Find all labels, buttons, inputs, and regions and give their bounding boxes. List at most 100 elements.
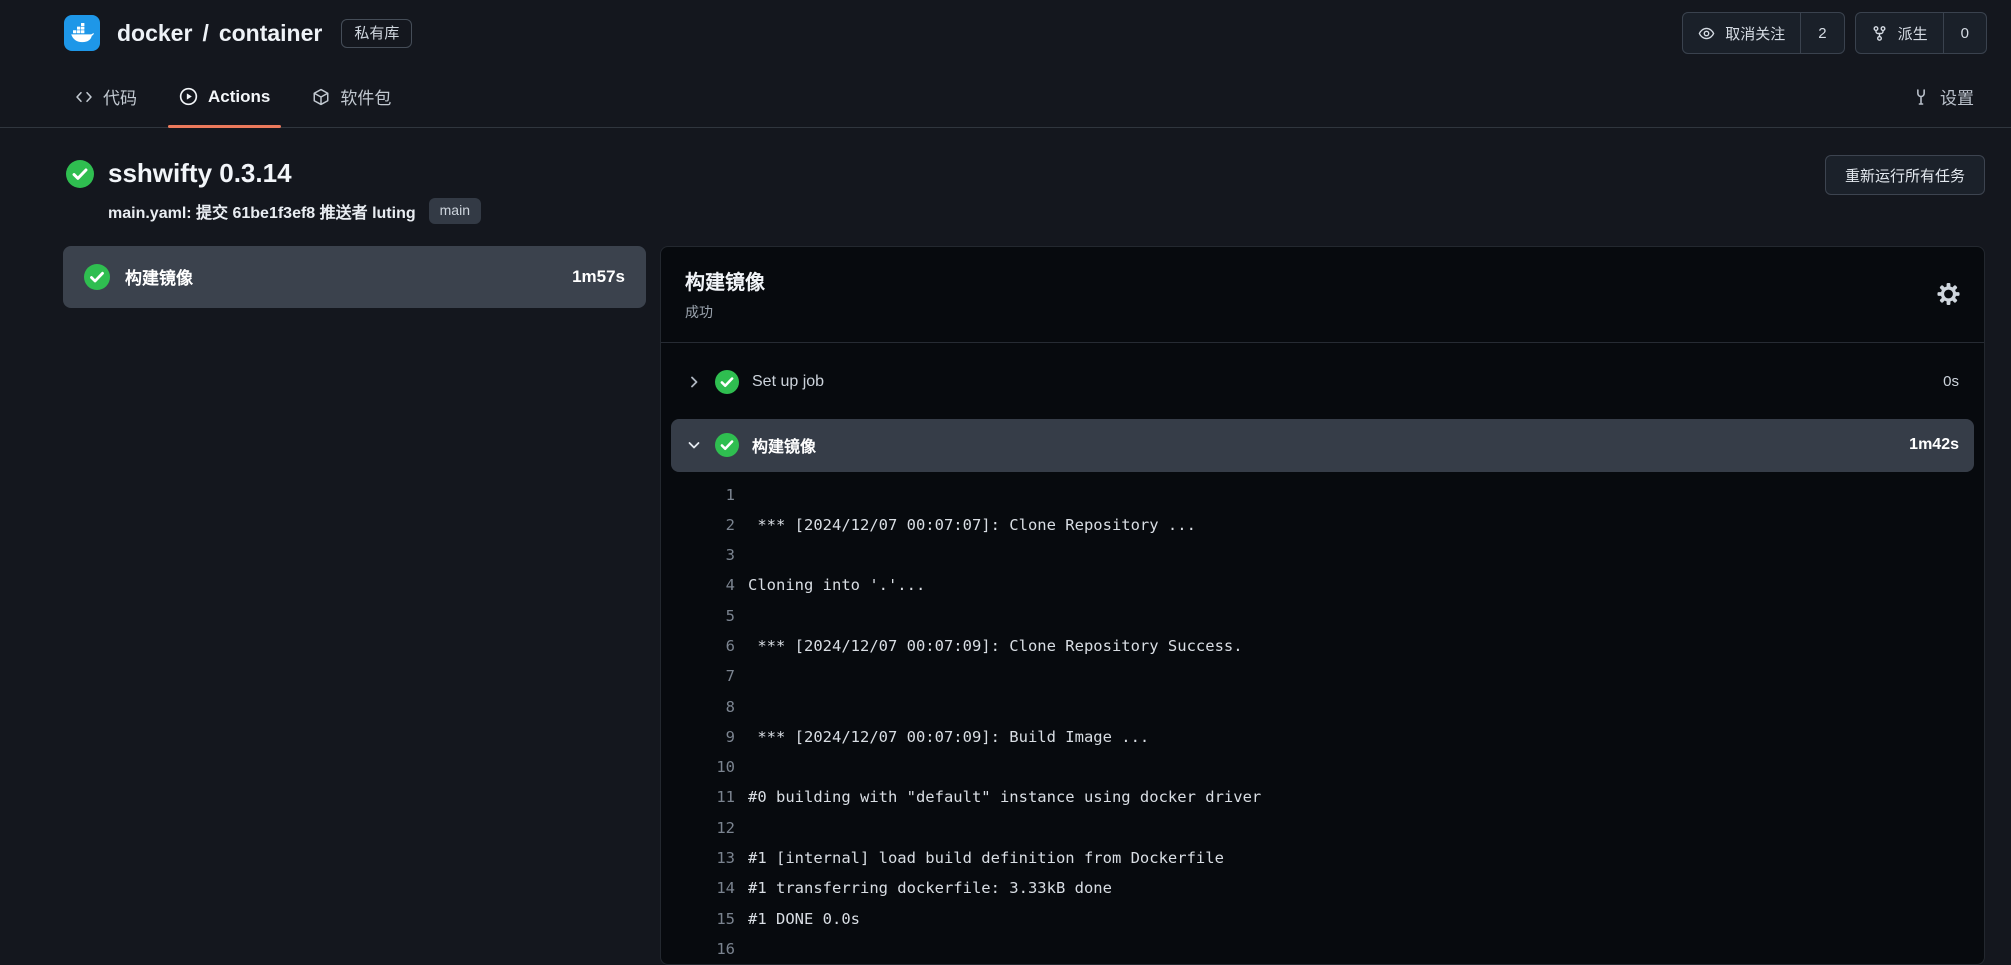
wrench-icon [1912, 88, 1930, 106]
log-line-number[interactable]: 16 [661, 934, 735, 964]
log-line-number[interactable]: 1 [661, 480, 735, 510]
log-line: 14 #1 transferring dockerfile: 3.33kB do… [661, 873, 1984, 903]
log-line-number[interactable]: 8 [661, 692, 735, 722]
log-line-text: Cloning into '.'... [748, 570, 925, 600]
log-line-number[interactable]: 12 [661, 813, 735, 843]
git-fork-icon [1871, 25, 1888, 42]
step-success-check-icon [715, 370, 739, 394]
run-detail-layout: 构建镜像 1m57s 构建镜像 成功 [0, 246, 2011, 965]
log-line-number[interactable]: 7 [661, 661, 735, 691]
log-line-number[interactable]: 5 [661, 601, 735, 631]
visibility-badge: 私有库 [341, 19, 412, 48]
log-line-number[interactable]: 2 [661, 510, 735, 540]
log-line: 15 #1 DONE 0.0s [661, 904, 1984, 934]
watch-button-group: 取消关注 2 [1682, 12, 1844, 54]
log-line: 13 #1 [internal] load build definition f… [661, 843, 1984, 873]
unwatch-label: 取消关注 [1725, 23, 1785, 44]
watchers-count[interactable]: 2 [1800, 13, 1843, 53]
jobs-sidebar: 构建镜像 1m57s [63, 246, 646, 308]
log-line-text: #1 [internal] load build definition from… [748, 843, 1224, 873]
step-log-output: 1 2 *** [2024/12/07 00:07:07]: Clone Rep… [661, 480, 1984, 965]
log-line-number[interactable]: 15 [661, 904, 735, 934]
fork-button-group: 派生 0 [1855, 12, 1987, 54]
log-line-number[interactable]: 13 [661, 843, 735, 873]
run-title: sshwifty 0.3.14 [108, 158, 292, 189]
forks-count[interactable]: 0 [1943, 13, 1986, 53]
tab-packages-label: 软件包 [340, 84, 391, 109]
code-icon [75, 88, 93, 106]
log-line: 16 [661, 934, 1984, 964]
branch-badge[interactable]: main [429, 198, 481, 224]
log-settings-button[interactable] [1937, 283, 1960, 306]
step-success-check-icon [715, 433, 739, 457]
log-line-number[interactable]: 3 [661, 540, 735, 570]
log-line-text: #1 transferring dockerfile: 3.33kB done [748, 873, 1112, 903]
tab-code[interactable]: 代码 [64, 66, 148, 127]
workflow-run-header: sshwifty 0.3.14 main.yaml: 提交 61be1f3ef8… [0, 128, 2011, 246]
fork-button[interactable]: 派生 [1856, 13, 1943, 53]
chevron-down-icon [686, 437, 702, 453]
log-line-number[interactable]: 10 [661, 752, 735, 782]
tab-actions[interactable]: Actions [168, 66, 281, 127]
tab-code-label: 代码 [103, 84, 137, 109]
log-line-text: #0 building with "default" instance usin… [748, 782, 1261, 812]
eye-icon [1698, 25, 1715, 42]
run-commit-info[interactable]: main.yaml: 提交 61be1f3ef8 推送者 luting [108, 199, 416, 223]
log-line-number[interactable]: 9 [661, 722, 735, 752]
log-line: 10 [661, 752, 1984, 782]
log-line-number[interactable]: 4 [661, 570, 735, 600]
log-line-text: *** [2024/12/07 00:07:09]: Clone Reposit… [748, 631, 1243, 661]
job-panel-status: 成功 [685, 302, 1960, 322]
play-circle-icon [179, 87, 198, 106]
docker-logo-icon [70, 21, 94, 45]
job-success-check-icon [84, 264, 110, 290]
log-line: 1 [661, 480, 1984, 510]
log-line: 8 [661, 692, 1984, 722]
step-list: Set up job 0s 构建镜像 1m42s [661, 343, 1984, 472]
unwatch-button[interactable]: 取消关注 [1683, 13, 1800, 53]
log-line-text: #1 DONE 0.0s [748, 904, 860, 934]
log-line-text: *** [2024/12/07 00:07:09]: Build Image .… [748, 722, 1149, 752]
log-line-number[interactable]: 14 [661, 873, 735, 903]
repo-owner-link[interactable]: docker [117, 20, 192, 47]
log-line: 11 #0 building with "default" instance u… [661, 782, 1984, 812]
tab-packages[interactable]: 软件包 [301, 66, 402, 127]
repo-tab-bar: 代码 Actions 软件包 设置 [0, 66, 2011, 128]
log-line: 12 [661, 813, 1984, 843]
job-log-panel: 构建镜像 成功 [660, 246, 1985, 965]
log-line: 6 *** [2024/12/07 00:07:09]: Clone Repos… [661, 631, 1984, 661]
tab-settings[interactable]: 设置 [1901, 66, 1985, 127]
job-list-item[interactable]: 构建镜像 1m57s [63, 246, 646, 308]
log-line: 7 [661, 661, 1984, 691]
tab-actions-label: Actions [208, 87, 270, 107]
repo-avatar[interactable] [64, 15, 100, 51]
repo-action-buttons: 取消关注 2 派生 0 [1682, 12, 1987, 54]
step-duration: 1m42s [1909, 436, 1959, 454]
log-line: 5 [661, 601, 1984, 631]
job-panel-title: 构建镜像 [685, 266, 1960, 295]
breadcrumb-separator: / [202, 20, 208, 47]
package-icon [312, 88, 330, 106]
log-line: 3 [661, 540, 1984, 570]
log-line: 4 Cloning into '.'... [661, 570, 1984, 600]
top-bar: docker / container 私有库 取消关注 2 [0, 0, 2011, 66]
rerun-all-jobs-button[interactable]: 重新运行所有任务 [1825, 155, 1985, 195]
log-line-number[interactable]: 11 [661, 782, 735, 812]
repo-name-link[interactable]: container [219, 20, 323, 47]
repo-breadcrumb: docker / container [117, 20, 322, 47]
step-name: Set up job [752, 373, 824, 391]
fork-label: 派生 [1898, 23, 1928, 44]
step-row-setup-job[interactable]: Set up job 0s [671, 359, 1974, 405]
run-success-check-icon [66, 160, 94, 188]
step-row-build-image[interactable]: 构建镜像 1m42s [671, 419, 1974, 472]
gear-icon [1937, 283, 1960, 306]
tab-settings-label: 设置 [1940, 84, 1974, 109]
log-line-text: *** [2024/12/07 00:07:07]: Clone Reposit… [748, 510, 1196, 540]
log-line-number[interactable]: 6 [661, 631, 735, 661]
step-name: 构建镜像 [752, 433, 816, 457]
job-name: 构建镜像 [125, 264, 193, 289]
job-panel-header: 构建镜像 成功 [661, 247, 1984, 343]
step-duration: 0s [1943, 373, 1959, 390]
log-line: 9 *** [2024/12/07 00:07:09]: Build Image… [661, 722, 1984, 752]
chevron-right-icon [686, 374, 702, 390]
